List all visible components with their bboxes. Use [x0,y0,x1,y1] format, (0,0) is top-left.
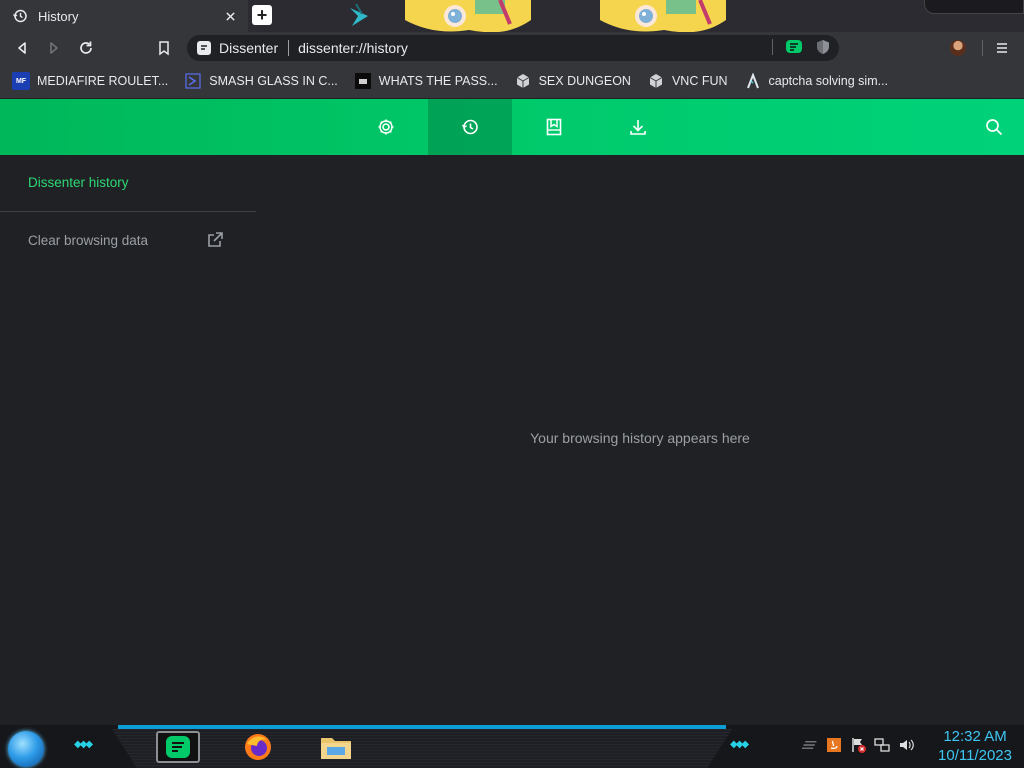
back-arrow-icon [18,42,26,54]
menu-button[interactable] [990,36,1014,60]
taskbar-app-file-explorer[interactable] [314,731,358,763]
search-button[interactable] [982,115,1006,139]
site-name: Dissenter [219,40,279,56]
anime-character-decoration-icon [600,0,726,32]
taskbar-plate [112,729,732,768]
tab-title: History [38,8,79,24]
system-tray [802,737,914,753]
bookmark-label: SMASH GLASS IN C... [209,74,338,88]
volume-icon[interactable] [898,737,914,753]
new-tab-button[interactable]: + [252,5,272,25]
clear-browsing-data-link[interactable]: Clear browsing data [28,231,224,249]
browser-toolbar: Dissenter dissenter://history [0,32,1024,64]
bookmarks-bar: MF MEDIAFIRE ROULET... SMASH GLASS IN C.… [0,64,1024,98]
stripes-icon[interactable] [802,737,818,753]
bookmark-item[interactable]: SEX DUNGEON [514,72,631,90]
bookmarks-nav-button[interactable] [512,99,596,155]
tab-history[interactable]: History [0,0,248,32]
lambda-icon [744,72,762,90]
empty-history-message: Your browsing history appears here [530,430,750,446]
settings-nav-button[interactable] [344,99,428,155]
forward-button[interactable] [42,36,66,60]
clock-time: 12:32 AM [943,728,1007,745]
cube-icon [647,72,665,90]
bookmark-item[interactable]: captcha solving sim... [744,72,889,90]
url-text[interactable]: dissenter://history [298,40,408,56]
address-divider [288,40,290,56]
profile-button[interactable] [946,36,970,60]
dissenter-app-icon [166,736,190,758]
history-sidebar: Dissenter history Clear browsing data [0,155,256,725]
hamburger-menu-icon [997,43,1007,53]
avatar [950,40,966,56]
bookmark-label: MEDIAFIRE ROULET... [37,74,169,88]
network-icon[interactable] [874,737,890,753]
taskbar-clock[interactable]: 12:32 AM 10/11/2023 [938,727,1012,765]
bookmark-item[interactable]: WHATS THE PASS... [354,72,498,90]
bookmark-item[interactable]: VNC FUN [647,72,728,90]
chevron-decoration-icon: ◆◆◆ [74,739,93,750]
bookmark-item[interactable]: SMASH GLASS IN C... [184,72,338,90]
close-icon[interactable] [222,8,238,24]
taskbar-accent-strip [118,725,726,729]
history-icon [461,119,478,135]
bookmarks-icon [546,118,562,136]
start-button[interactable] [8,731,44,767]
site-chip[interactable]: Dissenter [197,40,278,56]
bookmark-label: WHATS THE PASS... [378,74,498,88]
bookmark-icon [159,41,169,56]
taskbar-app-firefox[interactable] [236,731,280,763]
bookmark-label: SEX DUNGEON [538,74,631,88]
dissenter-site-icon [197,41,211,55]
java-update-icon[interactable] [826,737,842,753]
address-bar[interactable]: Dissenter dissenter://history [187,35,839,61]
mediafire-icon: MF [12,72,30,90]
sidebar-item-dissenter-history[interactable]: Dissenter history [28,175,129,190]
downloads-icon [630,120,646,135]
forward-arrow-icon [50,42,58,54]
history-nav-button[interactable] [428,99,512,155]
taskbar-app-dissenter[interactable] [156,731,200,763]
bookmark-label: captcha solving sim... [768,74,889,88]
folder-icon [321,738,351,759]
terminal-icon [354,72,372,90]
chevron-logo-icon [184,72,202,90]
history-icon [13,9,27,23]
search-icon [986,119,1003,136]
fish-decoration-icon [350,3,368,26]
downloads-nav-button[interactable] [596,99,680,155]
reload-button[interactable] [74,36,98,60]
address-bar-actions [772,39,831,55]
back-button[interactable] [10,36,34,60]
window-frame-decoration [924,0,1024,14]
settings-icon [378,119,394,135]
shield-icon[interactable] [815,39,831,55]
taskbar: ◆◆◆ ◆◆◆ 12:32 AM 10/11/2023 [0,725,1024,768]
plus-icon: + [256,5,268,25]
cube-icon [514,72,532,90]
reload-icon [80,41,92,54]
dissenter-comment-icon[interactable] [785,39,803,55]
clear-browsing-data-label: Clear browsing data [28,232,149,248]
sidebar-divider [0,211,256,212]
firefox-icon [245,734,271,760]
action-divider [772,39,773,55]
chevron-decoration-icon: ◆◆◆ [730,739,749,750]
bookmark-label: VNC FUN [671,74,728,88]
anime-character-decoration-icon [405,0,531,32]
tab-strip: History + [0,0,1024,32]
clock-date: 10/11/2023 [938,747,1012,764]
external-link-icon [208,232,223,247]
bookmark-page-button[interactable] [152,36,176,60]
action-center-flag-icon[interactable] [850,737,866,753]
bookmark-item[interactable]: MF MEDIAFIRE ROULET... [12,72,168,90]
history-page-header [0,99,1024,155]
